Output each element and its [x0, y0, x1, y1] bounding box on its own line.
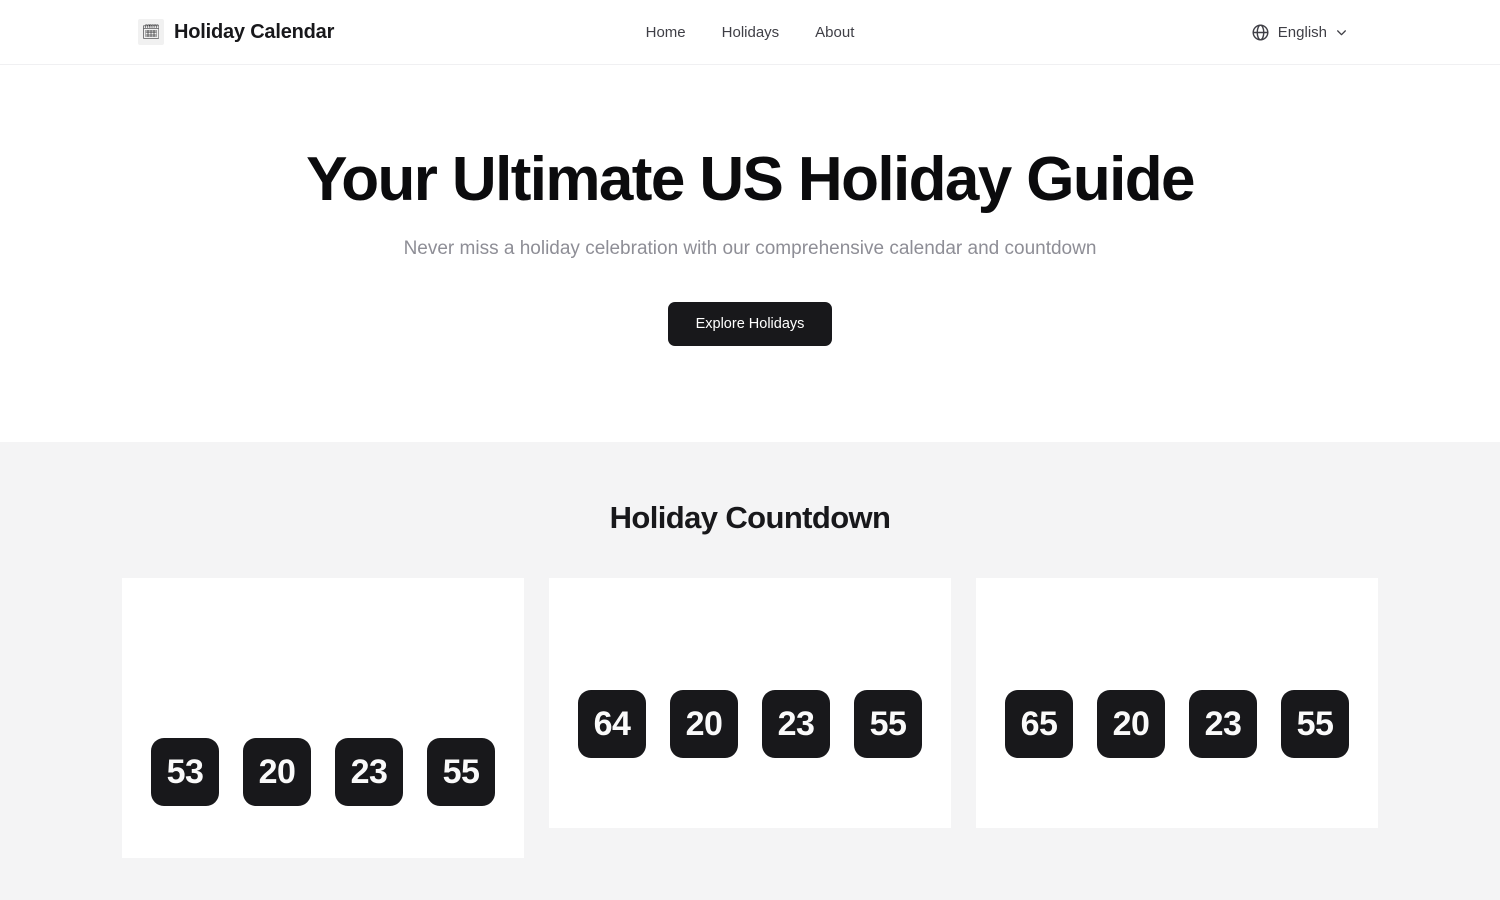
language-label: English: [1277, 23, 1327, 41]
countdown-digit-hours: 20: [1097, 690, 1165, 759]
hero-subtitle: Never miss a holiday celebration with ou…: [403, 238, 1097, 260]
globe-icon: [1251, 23, 1270, 42]
countdown-card[interactable]: 65 20 23 55: [976, 578, 1378, 829]
countdown-digit-hours: 20: [670, 690, 738, 759]
brand-name: Holiday Calendar: [174, 20, 335, 43]
explore-holidays-button[interactable]: Explore Holidays: [667, 302, 833, 347]
page-title: Your Ultimate US Holiday Guide: [306, 145, 1195, 214]
countdown-digit-seconds: 55: [1281, 690, 1349, 759]
countdown-digit-minutes: 23: [1189, 690, 1257, 759]
holiday-countdown-section: Holiday Countdown 53 20 23 55 64 20 23 5…: [0, 442, 1500, 900]
countdown-digits: 64 20 23 55: [578, 690, 922, 759]
countdown-digit-seconds: 55: [427, 738, 495, 807]
countdown-card[interactable]: 53 20 23 55: [122, 578, 524, 859]
countdown-digits: 65 20 23 55: [1005, 690, 1349, 759]
countdown-digit-minutes: 23: [762, 690, 830, 759]
nav-link-about[interactable]: About: [815, 24, 854, 41]
section-title: Holiday Countdown: [609, 500, 891, 536]
countdown-digit-days: 64: [578, 690, 646, 759]
nav-link-home[interactable]: Home: [646, 24, 686, 41]
countdown-card[interactable]: 64 20 23 55: [549, 578, 951, 829]
calendar-emoji-icon: 🗓: [138, 19, 164, 45]
countdown-digit-days: 65: [1005, 690, 1073, 759]
countdown-digit-minutes: 23: [335, 738, 403, 807]
countdown-digit-hours: 20: [243, 738, 311, 807]
countdown-digits: 53 20 23 55: [151, 738, 495, 807]
main-nav: Home Holidays About: [646, 24, 855, 41]
hero-section: Your Ultimate US Holiday Guide Never mis…: [0, 65, 1500, 443]
language-switcher[interactable]: English: [1251, 23, 1348, 42]
chevron-down-icon: [1335, 25, 1348, 39]
nav-link-holidays[interactable]: Holidays: [722, 24, 780, 41]
countdown-cards-row: 53 20 23 55 64 20 23 55 65 20 23 55: [0, 578, 1500, 859]
brand-logo-link[interactable]: 🗓 Holiday Calendar: [138, 19, 334, 45]
site-header: 🗓 Holiday Calendar Home Holidays About E…: [0, 0, 1500, 65]
countdown-digit-seconds: 55: [854, 690, 922, 759]
countdown-digit-days: 53: [151, 738, 219, 807]
